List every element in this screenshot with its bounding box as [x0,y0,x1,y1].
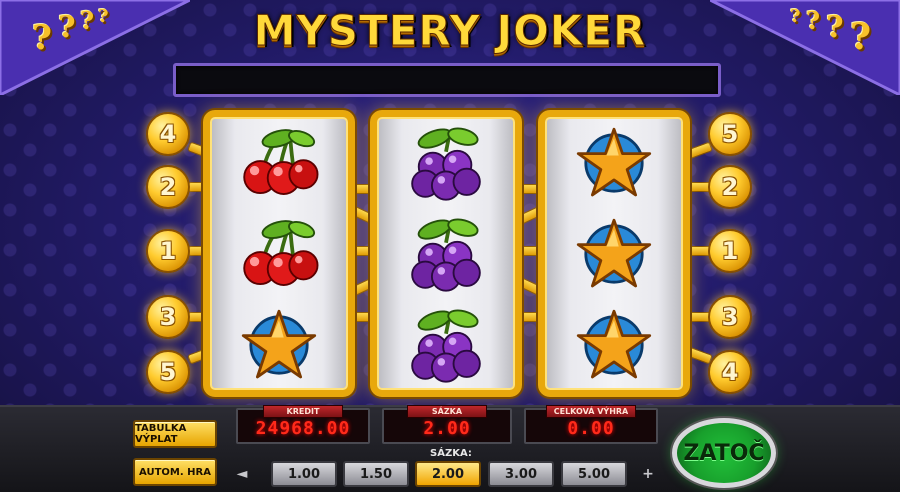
bet-option-selected[interactable]: 2.00 [415,461,481,487]
star-icon [241,309,317,378]
reel-cell [210,208,348,299]
credit-value: 24968.00 [255,418,351,439]
paytable-button[interactable]: TABULKA VÝPLAT [133,420,217,448]
bet-meter: SÁZKA 2.00 [382,405,512,444]
reel-cell [210,117,348,208]
reel-cell [545,117,683,208]
spin-button[interactable]: ZATOČ [672,418,776,488]
bet-meter-value: 2.00 [423,418,471,439]
payline-number-right: 5 [708,112,752,156]
payline-number-right: 3 [708,295,752,339]
reel-cell [377,117,515,208]
reel-1 [203,110,355,397]
bet-meter-label: SÁZKA [407,405,487,418]
star-icon [576,218,652,287]
payline-number-left: 5 [146,350,190,394]
reel-2 [370,110,522,397]
reel-cell [377,299,515,390]
bet-option[interactable]: 3.00 [488,461,554,487]
payline-number-right: 2 [708,165,752,209]
credit-meter: KREDIT 24968.00 [236,405,370,444]
total-win-value: 0.00 [567,418,615,439]
bet-option[interactable]: 5.00 [561,461,627,487]
payline-number-right: 4 [708,350,752,394]
payline-number-right: 1 [708,229,752,273]
total-win-meter: CELKOVÁ VÝHRA 0.00 [524,405,658,444]
payline-number-left: 1 [146,229,190,273]
payline-number-left: 2 [146,165,190,209]
bet-option[interactable]: 1.50 [343,461,409,487]
game-stage: ? ? ? ? ? ? ? ? MYSTERY JOKER 4 2 1 3 5 … [0,0,900,492]
cherry-icon [243,128,319,195]
game-title: MYSTERY JOKER [253,6,647,56]
bet-increase-button[interactable]: + [640,466,656,482]
star-icon [576,127,652,196]
reel-cell [210,299,348,390]
plum-icon [411,308,481,383]
autoplay-button[interactable]: AUTOM. HRA [133,458,217,486]
reel-3 [538,110,690,397]
reel-cell [377,208,515,299]
reel-cell [545,208,683,299]
plum-icon [411,217,481,292]
bet-decrease-button[interactable]: ◄ [234,466,250,482]
star-icon [576,309,652,378]
total-win-label: CELKOVÁ VÝHRA [546,405,636,418]
reel-cell [545,299,683,390]
cherry-icon [243,219,319,286]
bet-selector-label: SÁZKA: [430,448,472,459]
payline-number-left: 4 [146,112,190,156]
payline-number-left: 3 [146,295,190,339]
credit-label: KREDIT [263,405,343,418]
plum-icon [411,126,481,201]
bet-option[interactable]: 1.00 [271,461,337,487]
message-bar [173,63,721,97]
